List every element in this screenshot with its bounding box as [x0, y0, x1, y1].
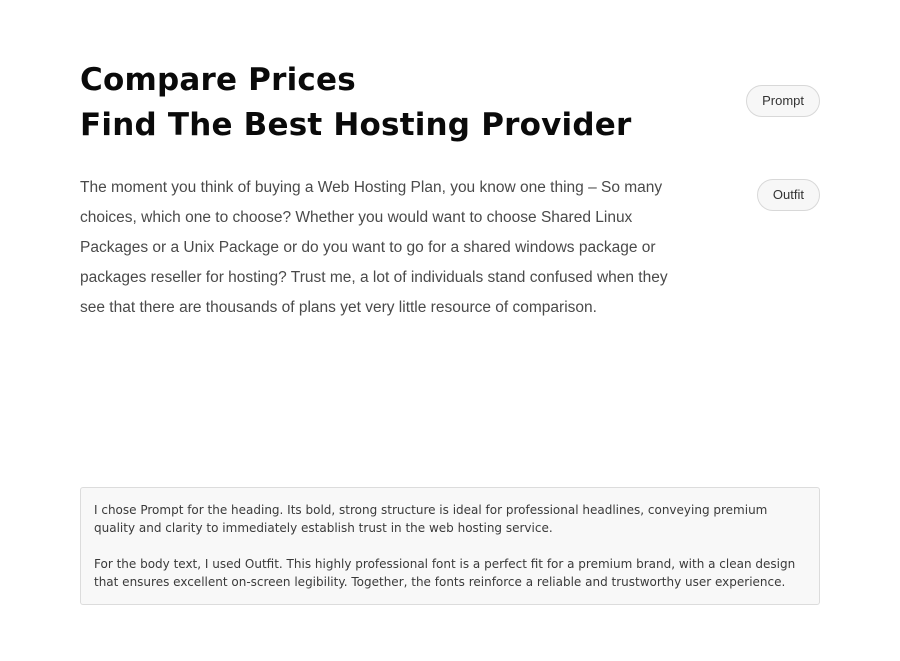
- body-font-pill[interactable]: Outfit: [756, 179, 820, 211]
- heading-line-1: Compare Prices: [80, 62, 356, 98]
- body-paragraph: The moment you think of buying a Web Hos…: [80, 179, 668, 316]
- heading-font-rationale: I chose Prompt for the heading. Its bold…: [94, 503, 768, 535]
- heading-line-2: Find The Best Hosting Provider: [80, 107, 632, 143]
- heading-font-pill[interactable]: Prompt: [746, 85, 820, 117]
- font-rationale-note: I chose Prompt for the heading. Its bold…: [80, 487, 820, 605]
- page-heading: Compare Prices Find The Best Hosting Pro…: [80, 58, 631, 148]
- body-font-rationale: For the body text, I used Outfit. This h…: [94, 557, 796, 589]
